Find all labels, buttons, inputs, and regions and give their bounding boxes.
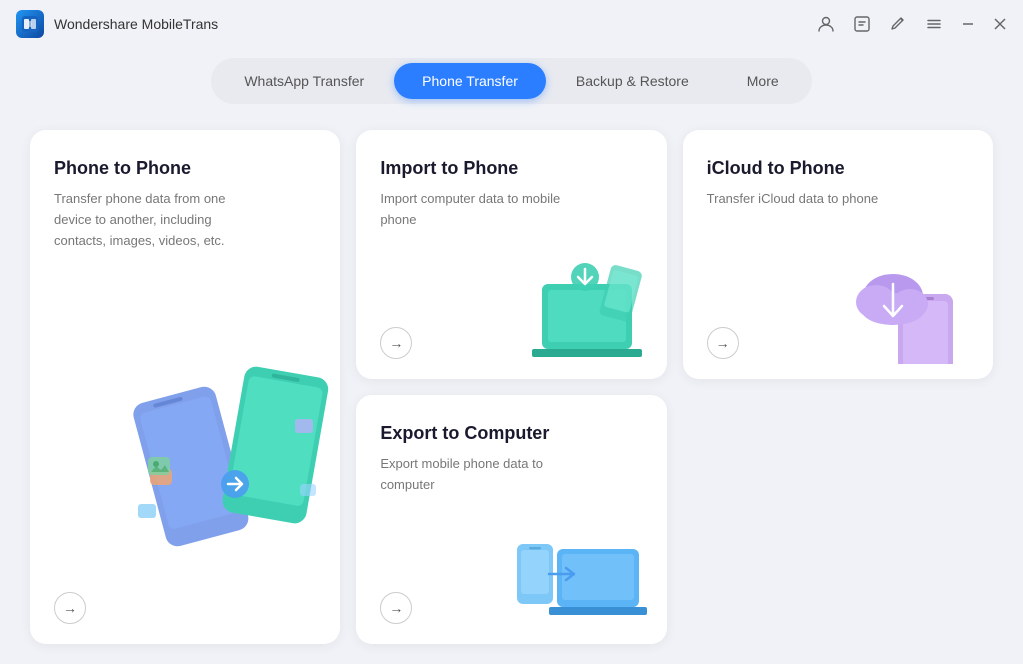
close-icon[interactable] — [993, 17, 1007, 31]
card-phone-to-phone[interactable]: Phone to Phone Transfer phone data from … — [30, 130, 340, 644]
card-import-title: Import to Phone — [380, 158, 642, 179]
card-export-title: Export to Computer — [380, 423, 642, 444]
phone-to-phone-illustration — [130, 309, 340, 594]
minimize-icon[interactable] — [961, 17, 975, 31]
tab-backup-restore[interactable]: Backup & Restore — [548, 63, 717, 99]
import-illustration — [512, 244, 657, 369]
titlebar: Wondershare MobileTrans — [0, 0, 1023, 48]
card-import-to-phone[interactable]: Import to Phone Import computer data to … — [356, 130, 666, 379]
card-icloud-desc: Transfer iCloud data to phone — [707, 189, 907, 210]
tab-phone-transfer[interactable]: Phone Transfer — [394, 63, 546, 99]
card-phone-to-phone-arrow[interactable]: → — [54, 592, 86, 624]
card-phone-to-phone-desc: Transfer phone data from one device to a… — [54, 189, 254, 251]
card-icloud-to-phone[interactable]: iCloud to Phone Transfer iCloud data to … — [683, 130, 993, 379]
app-icon — [16, 10, 44, 38]
tab-whatsapp-transfer[interactable]: WhatsApp Transfer — [216, 63, 392, 99]
card-export-arrow[interactable]: → — [380, 592, 412, 624]
tab-more[interactable]: More — [719, 63, 807, 99]
icloud-illustration — [838, 244, 983, 369]
card-icloud-title: iCloud to Phone — [707, 158, 969, 179]
card-import-arrow[interactable]: → — [380, 327, 412, 359]
notification-icon[interactable] — [853, 15, 871, 33]
edit-icon[interactable] — [889, 15, 907, 33]
app-title: Wondershare MobileTrans — [54, 16, 218, 32]
main-content: Phone to Phone Transfer phone data from … — [0, 120, 1023, 664]
nav-bar: WhatsApp Transfer Phone Transfer Backup … — [0, 48, 1023, 120]
card-icloud-arrow[interactable]: → — [707, 327, 739, 359]
card-import-desc: Import computer data to mobile phone — [380, 189, 580, 231]
account-icon[interactable] — [817, 15, 835, 33]
export-illustration — [502, 514, 657, 634]
titlebar-controls — [817, 15, 1007, 33]
nav-tabs: WhatsApp Transfer Phone Transfer Backup … — [211, 58, 811, 104]
card-phone-to-phone-title: Phone to Phone — [54, 158, 316, 179]
menu-icon[interactable] — [925, 15, 943, 33]
titlebar-left: Wondershare MobileTrans — [16, 10, 218, 38]
card-export-to-computer[interactable]: Export to Computer Export mobile phone d… — [356, 395, 666, 644]
card-export-desc: Export mobile phone data to computer — [380, 454, 580, 496]
